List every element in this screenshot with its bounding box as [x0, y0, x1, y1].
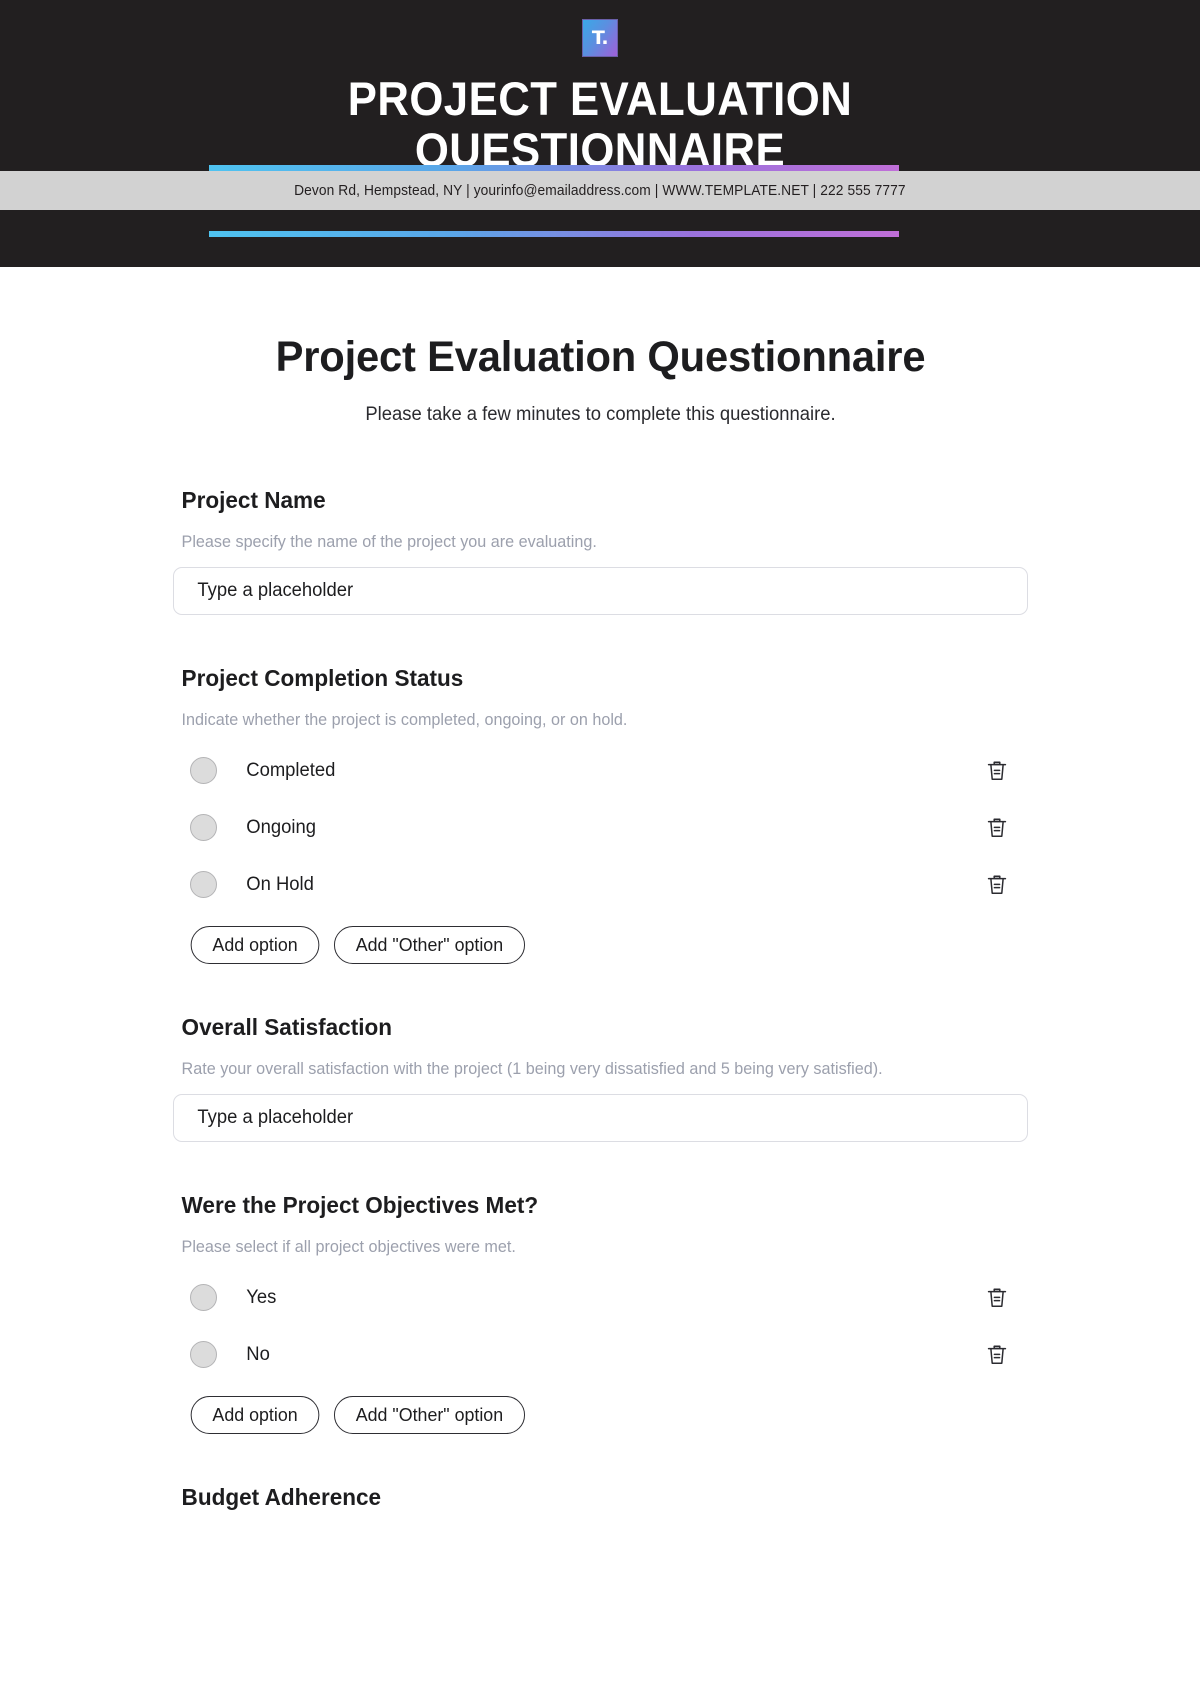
question-budget-adherence: Budget Adherence [173, 1483, 1028, 1511]
add-option-button[interactable]: Add option [190, 1396, 319, 1434]
form-column: Project Evaluation Questionnaire Please … [172, 333, 1028, 1511]
question-project-objectives-met: Were the Project Objectives Met? Please … [173, 1191, 1028, 1434]
option-list: Yes No [173, 1282, 1028, 1370]
radio-button-icon[interactable] [189, 757, 217, 784]
question-label: Budget Adherence [181, 1484, 381, 1510]
header-contact-bar: Devon Rd, Hempstead, NY | yourinfo@email… [0, 171, 1200, 210]
option-row[interactable]: Completed [173, 755, 1028, 786]
option-action-buttons: Add option Add "Other" option [173, 926, 1028, 964]
radio-button-icon[interactable] [189, 871, 217, 898]
header-title: PROJECT EVALUATION QUESTIONNAIRE [42, 73, 1158, 175]
project-name-input[interactable]: Type a placeholder [172, 567, 1028, 615]
option-label: No [245, 1343, 270, 1365]
form-subtitle: Please take a few minutes to complete th… [364, 404, 836, 425]
form-sheet: Project Evaluation Questionnaire Please … [0, 267, 1200, 1511]
delete-option-trash-icon[interactable] [986, 816, 1008, 840]
question-label: Project Completion Status [181, 665, 463, 691]
question-label: Were the Project Objectives Met? [181, 1192, 538, 1218]
delete-option-trash-icon[interactable] [986, 873, 1008, 897]
question-help-text: Please specify the name of the project y… [181, 533, 597, 551]
question-help-text: Indicate whether the project is complete… [181, 711, 627, 729]
option-row[interactable]: On Hold [173, 869, 1028, 900]
question-project-name: Project Name Please specify the name of … [172, 486, 1028, 615]
option-label: On Hold [245, 873, 314, 895]
question-help-text: Rate your overall satisfaction with the … [181, 1060, 883, 1078]
header-title-line-1: PROJECT EVALUATION [347, 72, 853, 125]
question-overall-satisfaction: Overall Satisfaction Rate your overall s… [172, 1013, 1028, 1142]
add-other-option-button[interactable]: Add "Other" option [333, 926, 525, 964]
radio-button-icon[interactable] [189, 814, 217, 841]
form-title: Project Evaluation Questionnaire [275, 333, 925, 381]
question-label: Overall Satisfaction [181, 1014, 392, 1040]
delete-option-trash-icon[interactable] [986, 759, 1008, 783]
option-label: Yes [245, 1286, 276, 1308]
document-header: T. PROJECT EVALUATION QUESTIONNAIRE Devo… [0, 0, 1200, 267]
logo-container: T. [0, 0, 1200, 57]
input-placeholder-text: Type a placeholder [196, 1107, 353, 1128]
question-project-completion-status: Project Completion Status Indicate wheth… [173, 664, 1028, 964]
option-list: Completed Ongoing On Hold [173, 755, 1028, 900]
overall-satisfaction-input[interactable]: Type a placeholder [172, 1094, 1028, 1142]
input-placeholder-text: Type a placeholder [196, 580, 353, 601]
delete-option-trash-icon[interactable] [986, 1343, 1008, 1367]
option-label: Ongoing [245, 816, 316, 838]
option-action-buttons: Add option Add "Other" option [173, 1396, 1028, 1434]
logo-glyph: T. [591, 26, 609, 49]
radio-button-icon[interactable] [189, 1284, 217, 1311]
add-option-button[interactable]: Add option [190, 926, 319, 964]
add-other-option-button[interactable]: Add "Other" option [333, 1396, 525, 1434]
question-label: Project Name [181, 487, 326, 513]
contact-info-text: Devon Rd, Hempstead, NY | yourinfo@email… [294, 182, 906, 199]
header-accent-rule-bottom [209, 231, 899, 237]
option-label: Completed [245, 759, 335, 781]
radio-button-icon[interactable] [189, 1341, 217, 1368]
question-help-text: Please select if all project objectives … [181, 1238, 516, 1256]
option-row[interactable]: Yes [173, 1282, 1028, 1313]
option-row[interactable]: No [173, 1339, 1028, 1370]
delete-option-trash-icon[interactable] [986, 1286, 1008, 1310]
brand-logo-icon: T. [582, 19, 618, 57]
option-row[interactable]: Ongoing [173, 812, 1028, 843]
